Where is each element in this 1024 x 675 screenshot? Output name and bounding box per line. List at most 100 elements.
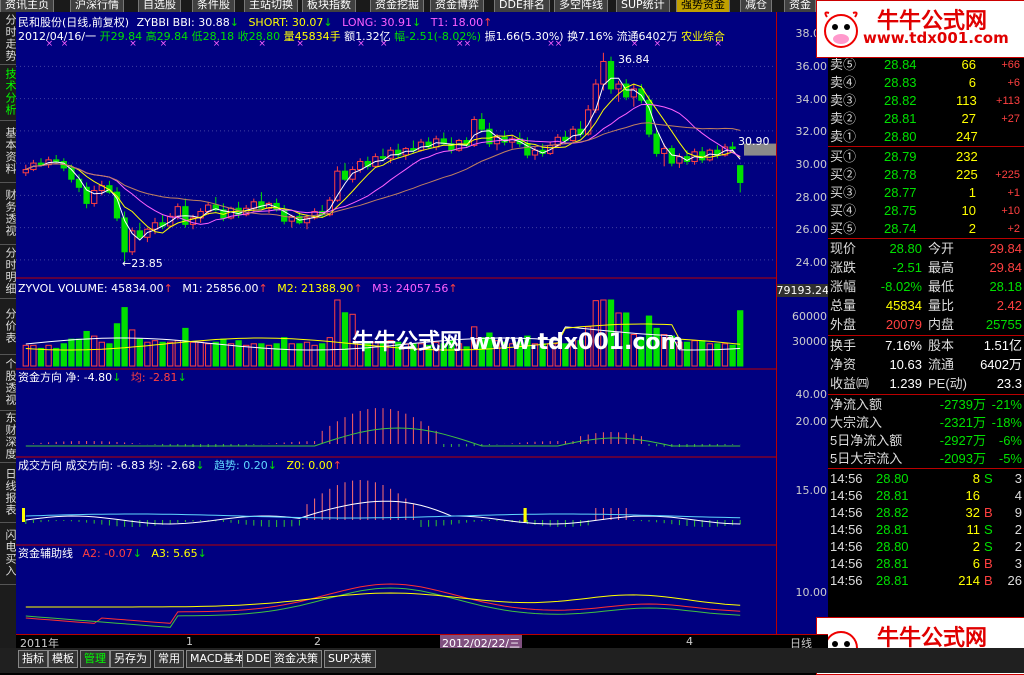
bid-change: +1 xyxy=(1007,187,1020,199)
bid-price: 28.77 xyxy=(884,185,917,200)
top-tab-6[interactable]: 资金挖掘 xyxy=(370,0,424,12)
side-tab-4[interactable]: 分时明细 xyxy=(0,244,17,299)
bar-change: 幅-2.51(-8.02%) xyxy=(394,30,482,43)
bid-row: 买⑤ 28.74 2 +2 xyxy=(828,220,1024,238)
ask-volume: 113 xyxy=(956,93,977,108)
top-tab-10[interactable]: SUP统计 xyxy=(616,0,670,12)
side-tab-2[interactable]: 基本资料 xyxy=(0,120,17,183)
flow-row: 5日大宗流入 -2093万 -5% xyxy=(828,450,1024,468)
side-tab-6[interactable]: 个股透视 xyxy=(0,354,17,411)
volume-max-label: 79193.24 xyxy=(776,284,829,297)
top-tab-12[interactable]: 减仓 xyxy=(740,0,772,12)
bottom-tab-7[interactable]: 资金决策 xyxy=(270,650,322,668)
top-tab-7[interactable]: 资金博弈 xyxy=(430,0,484,12)
top-tab-5[interactable]: 板块指数 xyxy=(302,0,356,12)
flow-label: 大宗流入 xyxy=(830,415,883,430)
volume-bar xyxy=(706,343,713,367)
bid-volume: 10 xyxy=(961,203,976,218)
volume-bar xyxy=(243,344,250,367)
top-tab-8[interactable]: DDE排名 xyxy=(494,0,550,12)
bottom-tab-0[interactable]: 指标 xyxy=(18,650,48,668)
deal-header: 成交方向 成交方向: -6.83 均: -2.68↓ 趋势: 0.20↓ Z0:… xyxy=(18,459,342,472)
vol-m2: M2: 21388.90 xyxy=(277,282,354,295)
volume-bar xyxy=(683,341,691,367)
stat-value: 1.51亿 xyxy=(983,338,1022,353)
aux-a2: A2: -0.07 xyxy=(82,547,133,560)
candle-body xyxy=(387,149,394,159)
tick-time: 14:56 xyxy=(830,488,863,503)
bottom-tab-4[interactable]: 常用 xyxy=(154,650,184,668)
top-tab-13[interactable]: 资金 xyxy=(784,0,816,12)
volume-bar xyxy=(121,307,128,367)
tick-price: 28.81 xyxy=(876,573,909,588)
aux-green-line xyxy=(25,587,741,628)
flow-value: -2927万 xyxy=(939,433,986,448)
side-tab-3[interactable]: 财务透视 xyxy=(0,182,17,245)
indicator-tick: 40.00 xyxy=(795,388,828,401)
price-tick: 30.00 xyxy=(795,158,828,171)
stat-label: PE(动) xyxy=(928,376,968,391)
volume-bar xyxy=(136,338,143,367)
side-tab-0[interactable]: 分时走势 xyxy=(0,12,17,65)
chart-area[interactable]: × × × × × × × × × × × × × × × × 民和股份(日线,前复权) ZYBBI BBI:… xyxy=(16,12,776,634)
ask-volume: 66 xyxy=(961,57,976,72)
indicator-tick: 60000 xyxy=(792,310,827,323)
bid-price: 28.78 xyxy=(884,167,917,182)
down-arrow-icon: ↓ xyxy=(195,459,205,472)
stat-row: 总量 45834 量比 2.42 xyxy=(828,297,1024,315)
top-tab-0[interactable]: 资讯主页 xyxy=(0,0,54,12)
bottom-tab-8[interactable]: SUP决策 xyxy=(324,650,376,668)
top-tab-11[interactable]: 强势资金 xyxy=(676,0,730,12)
top-tab-4[interactable]: 主站切换 xyxy=(244,0,298,12)
flow-value: -2093万 xyxy=(939,451,986,466)
tick-volume: 16 xyxy=(965,488,980,503)
bottom-tab-5[interactable]: MACD基本 xyxy=(186,650,249,668)
stat-label: 今开 xyxy=(928,241,955,256)
top-tab-9[interactable]: 多空阵线 xyxy=(554,0,608,12)
flow-value: -2321万 xyxy=(939,415,986,430)
side-tab-9[interactable]: 闪电买入 xyxy=(0,522,17,585)
bar-low: 低28.18 xyxy=(191,30,235,43)
volume-value: ZYVOL VOLUME: 45834.00 xyxy=(18,282,164,295)
stat-label: 现价 xyxy=(830,241,857,256)
side-tab-1[interactable]: 技术分析 xyxy=(0,64,17,121)
long-value: LONG: 30.91 xyxy=(342,16,412,29)
low-value: 23.85 xyxy=(131,257,163,270)
bid-label: 买③ xyxy=(830,185,857,200)
top-tab-3[interactable]: 条件股 xyxy=(192,0,235,12)
tick-time: 14:56 xyxy=(830,505,863,520)
side-tab-5[interactable]: 分价表 xyxy=(0,298,17,355)
side-tab-8[interactable]: 日线报表 xyxy=(0,462,17,523)
volume-bar xyxy=(189,341,197,367)
volume-bar xyxy=(113,323,121,367)
bar-amplitude: 振1.66(5.30%) xyxy=(484,30,564,43)
price-tick: 24.00 xyxy=(795,256,828,269)
volume-bar xyxy=(737,310,744,367)
bid-price: 28.79 xyxy=(884,149,917,164)
bid-price: 28.74 xyxy=(884,221,917,236)
logo-url: www.tdx001.com xyxy=(863,29,1009,47)
volume-bar xyxy=(91,335,98,367)
volume-bar xyxy=(227,343,235,367)
side-tab-7[interactable]: 东财深度 xyxy=(0,410,17,463)
ask-label: 卖⑤ xyxy=(830,57,857,72)
deal-z0: Z0: 0.00 xyxy=(286,459,333,472)
volume-bar xyxy=(53,347,60,367)
tick-side: B xyxy=(984,573,993,588)
stat-value: 6402万 xyxy=(980,357,1022,372)
bid-price: 28.75 xyxy=(884,203,917,218)
kline-chart[interactable]: × × × × × × × × × × × × × × × × xyxy=(16,12,776,634)
bottom-tab-2[interactable]: 管理 xyxy=(80,650,110,668)
bottom-tab-1[interactable]: 模板 xyxy=(48,650,78,668)
tick-time: 14:56 xyxy=(830,573,863,588)
bottom-tab-3[interactable]: 另存为 xyxy=(110,650,151,668)
stat-row: 换手 7.16% 股本 1.51亿 xyxy=(828,337,1024,355)
candle-body xyxy=(174,206,181,217)
top-tab-2[interactable]: 自选股 xyxy=(138,0,181,12)
ask-volume: 247 xyxy=(956,129,978,144)
moving-average-line xyxy=(25,122,741,219)
top-tab-1[interactable]: 沪深行情 xyxy=(70,0,124,12)
flow-label: 5日大宗流入 xyxy=(830,451,903,466)
price-axis: 38.00 36.00 34.00 32.00 30.00 28.00 26.00 24.00… xyxy=(776,12,829,634)
down-arrow-icon: ↓ xyxy=(112,371,122,384)
